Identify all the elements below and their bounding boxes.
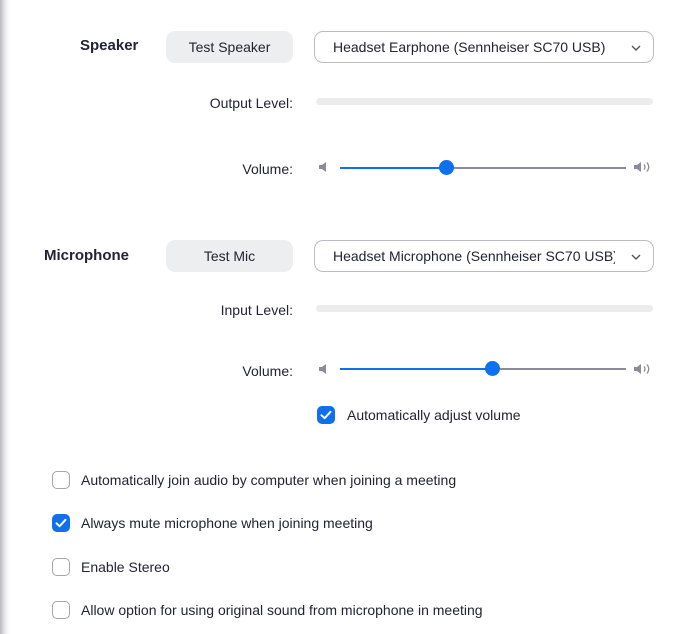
test-mic-button[interactable]: Test Mic [166, 240, 293, 272]
window-left-edge [0, 0, 10, 634]
volume-low-icon [318, 160, 330, 179]
output-level-meter [316, 98, 653, 105]
chevron-down-icon [631, 32, 641, 62]
auto-join-audio-label: Automatically join audio by computer whe… [81, 472, 457, 488]
auto-adjust-volume-label: Automatically adjust volume [347, 407, 521, 423]
always-mute-mic-checkbox[interactable] [52, 514, 70, 532]
microphone-volume-slider[interactable] [340, 361, 626, 377]
always-mute-mic-label: Always mute microphone when joining meet… [81, 515, 373, 531]
speaker-device-value: Headset Earphone (Sennheiser SC70 USB) [333, 39, 606, 55]
microphone-volume-fill [340, 368, 492, 370]
original-sound-checkbox[interactable] [52, 601, 70, 619]
enable-stereo-checkbox[interactable] [52, 558, 70, 576]
chevron-down-icon [631, 241, 641, 271]
microphone-section-label: Microphone [44, 247, 129, 264]
speaker-device-select[interactable]: Headset Earphone (Sennheiser SC70 USB) [314, 31, 654, 63]
microphone-device-select[interactable]: Headset Microphone (Sennheiser SC70 USB) [314, 240, 654, 272]
auto-join-audio-checkbox[interactable] [52, 471, 70, 489]
checkmark-icon [320, 410, 332, 420]
input-level-label: Input Level: [220, 302, 293, 318]
input-level-meter [316, 305, 653, 312]
enable-stereo-label: Enable Stereo [81, 559, 170, 575]
microphone-volume-thumb[interactable] [484, 361, 500, 376]
volume-high-icon [633, 362, 655, 381]
volume-low-icon [318, 362, 330, 381]
option-enable-stereo[interactable]: Enable Stereo [52, 557, 652, 577]
speaker-volume-label: Volume: [242, 161, 293, 177]
output-level-label: Output Level: [209, 95, 293, 111]
checkmark-icon [55, 518, 67, 528]
volume-high-icon [633, 160, 655, 179]
speaker-volume-thumb[interactable] [438, 160, 454, 175]
option-original-sound[interactable]: Allow option for using original sound fr… [52, 600, 692, 620]
test-speaker-button[interactable]: Test Speaker [166, 31, 293, 63]
original-sound-label: Allow option for using original sound fr… [81, 602, 483, 618]
option-always-mute-mic[interactable]: Always mute microphone when joining meet… [52, 513, 652, 533]
speaker-volume-slider[interactable] [340, 160, 626, 176]
microphone-device-value: Headset Microphone (Sennheiser SC70 USB) [333, 248, 615, 264]
option-auto-join-audio[interactable]: Automatically join audio by computer whe… [52, 470, 652, 490]
auto-adjust-volume-checkbox[interactable] [317, 406, 335, 424]
microphone-volume-label: Volume: [242, 363, 293, 379]
speaker-volume-fill [340, 167, 446, 169]
speaker-section-label: Speaker [80, 37, 139, 54]
